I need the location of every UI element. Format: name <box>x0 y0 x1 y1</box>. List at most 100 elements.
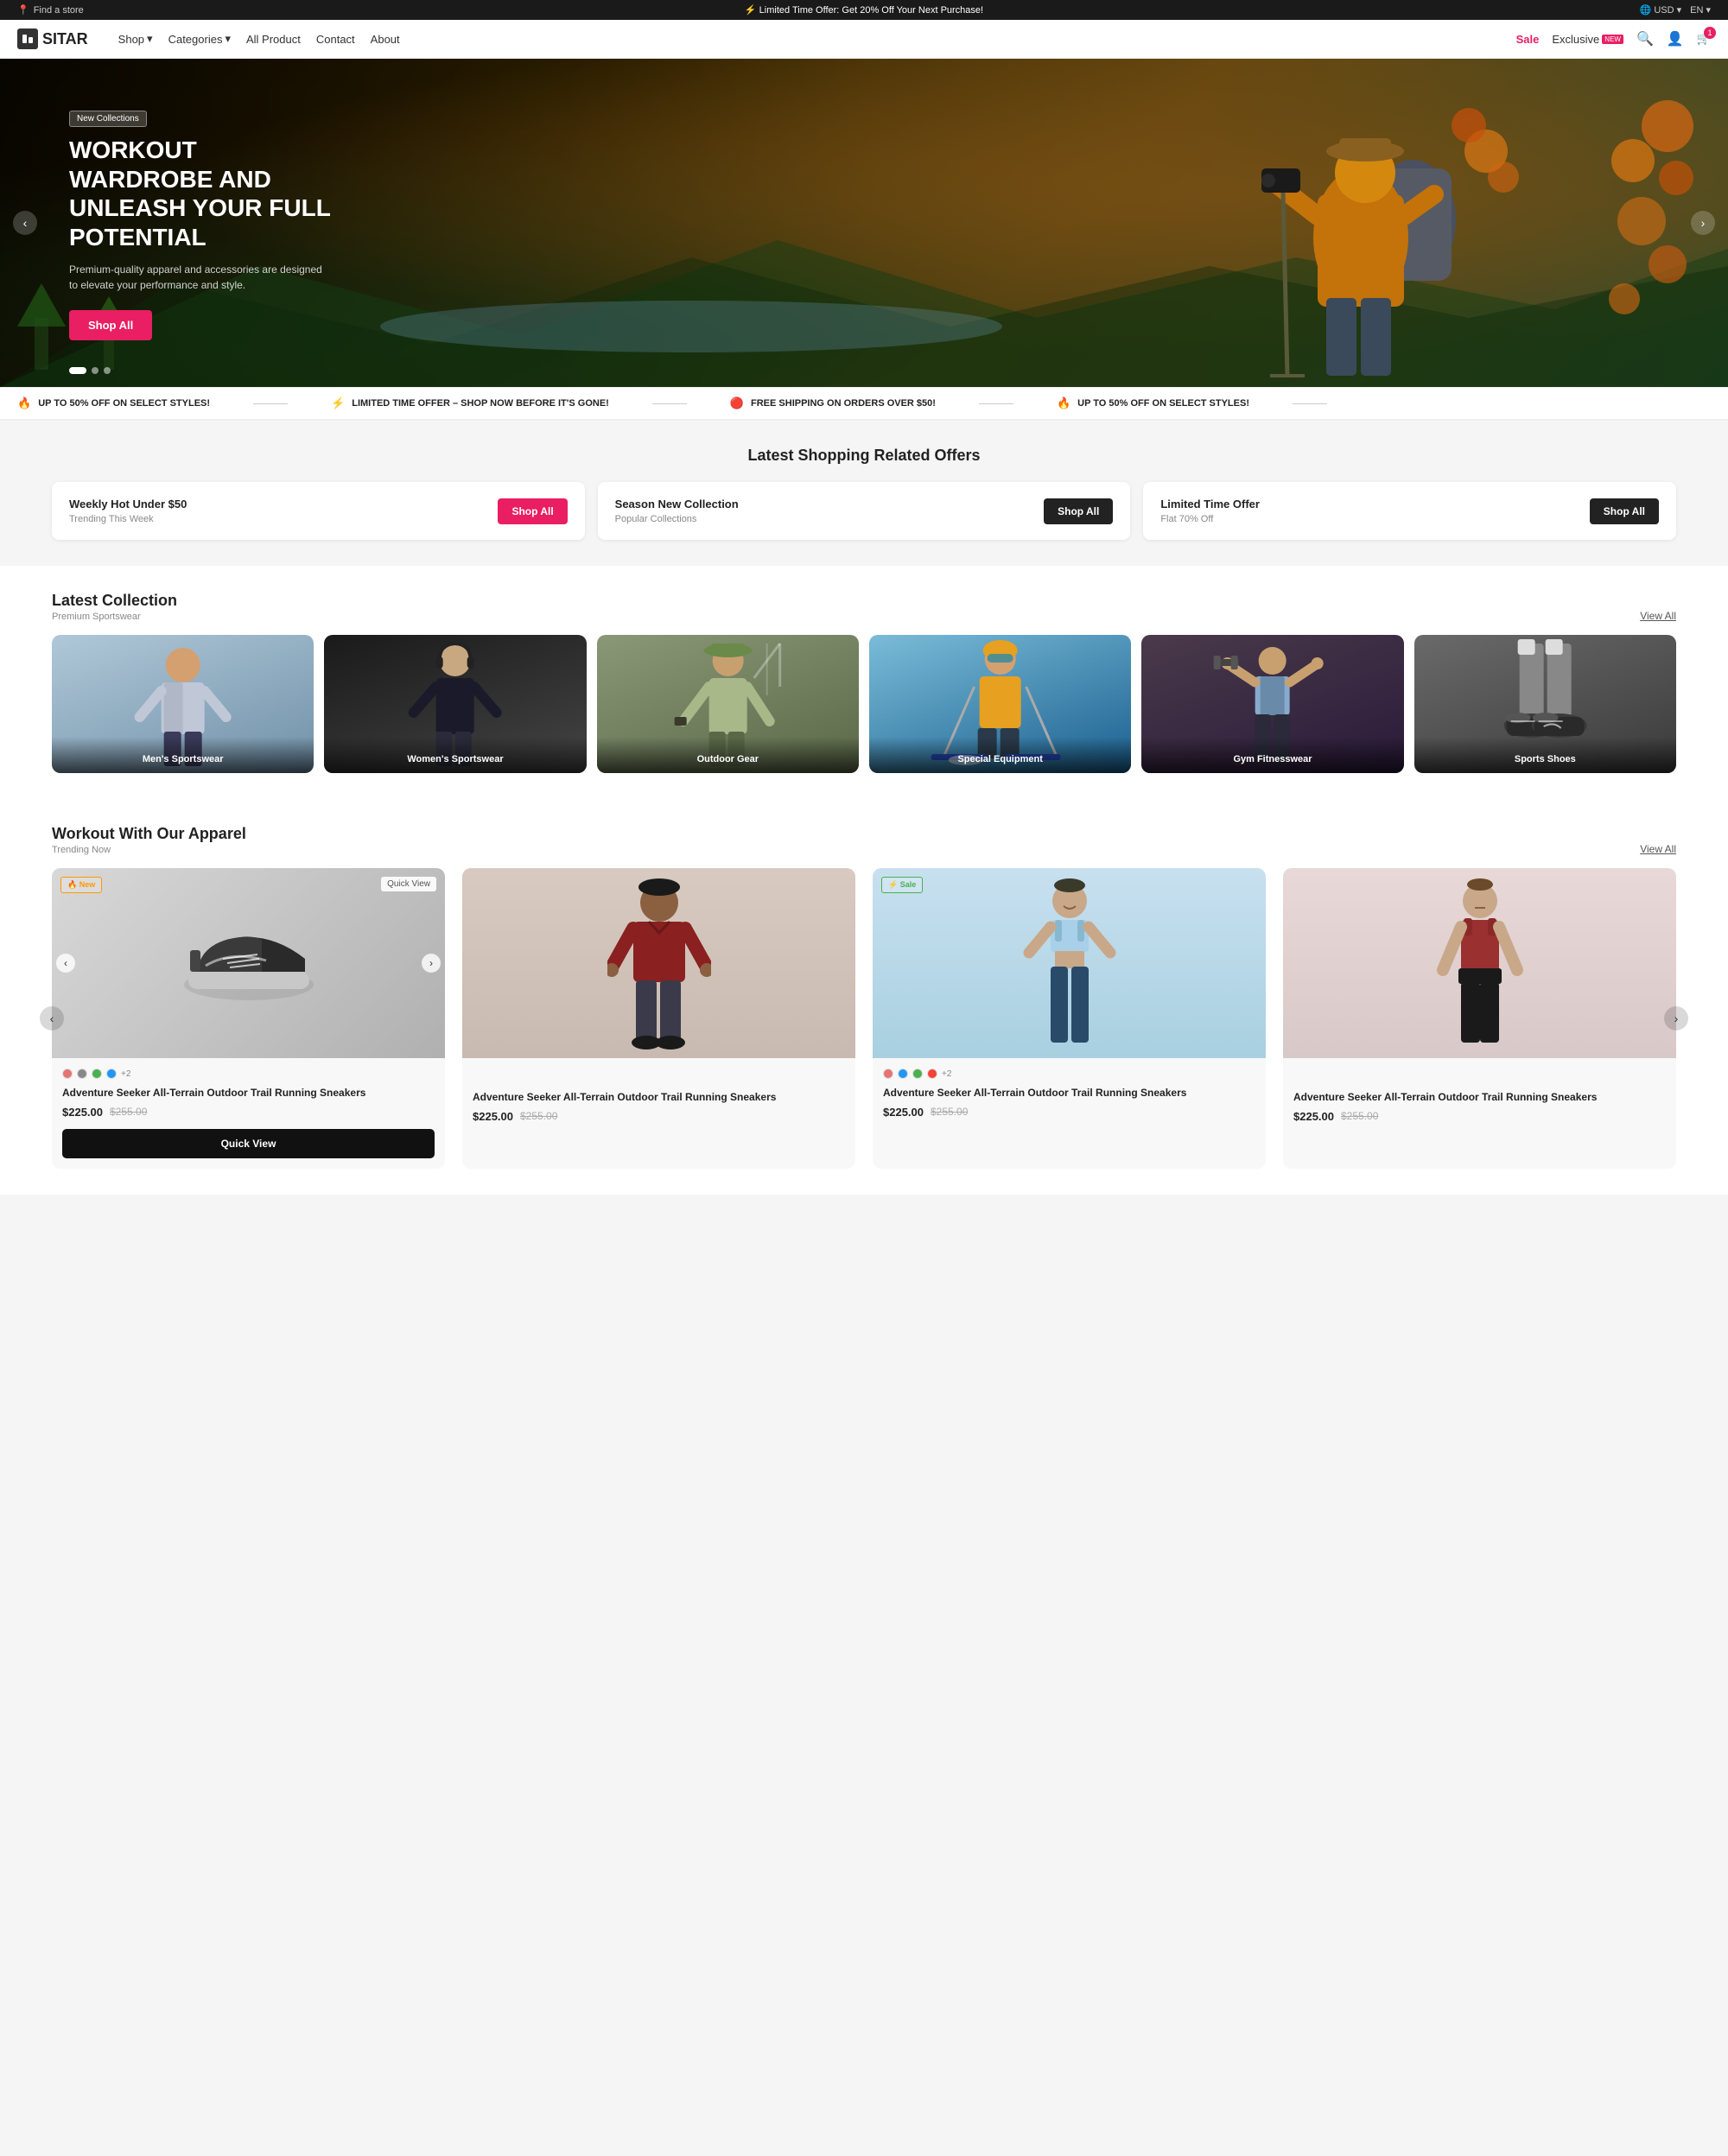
product-price-3: $225.00 $255.00 <box>883 1106 1255 1119</box>
latest-collection-section: Latest Collection Premium Sportswear Vie… <box>0 566 1728 799</box>
search-icon[interactable]: 🔍 <box>1636 30 1654 48</box>
color-dot-gray-1[interactable] <box>77 1068 87 1079</box>
offer-card-2-subtitle: Popular Collections <box>615 514 739 524</box>
apparel-header-left: Workout With Our Apparel Trending Now <box>52 825 246 855</box>
quick-view-btn-1[interactable]: Quick View <box>62 1129 435 1158</box>
apparel-arrow-left[interactable]: ‹ <box>40 1006 64 1030</box>
product-grid: 🔥 New Quick View ‹ › <box>52 868 1676 1169</box>
color-dot-blue-1[interactable] <box>106 1068 117 1079</box>
nav-sale[interactable]: Sale <box>1516 33 1540 46</box>
new-badge: NEW <box>1602 35 1623 44</box>
promo-divider-1 <box>253 403 288 404</box>
product-name-1: Adventure Seeker All-Terrain Outdoor Tra… <box>62 1086 435 1100</box>
color-dots-4 <box>1293 1068 1666 1083</box>
quick-view-overlay-1[interactable]: Quick View <box>381 877 436 891</box>
hero-photographer-figure <box>1244 82 1521 387</box>
language-selector[interactable]: EN ▾ <box>1690 4 1711 16</box>
promo-item-4: 🔥 UP TO 50% OFF ON SELECT STYLES! <box>1039 396 1267 410</box>
hero-leaves <box>1564 92 1693 353</box>
price-original-3: $255.00 <box>931 1106 968 1118</box>
product-price-1: $225.00 $255.00 <box>62 1106 435 1119</box>
man-figure-svg <box>607 877 711 1049</box>
offer-card-2-btn[interactable]: Shop All <box>1044 498 1113 524</box>
product-card-3: ⚡ Sale <box>873 868 1266 1169</box>
product-info-3: +2 Adventure Seeker All-Terrain Outdoor … <box>873 1058 1266 1129</box>
nav-about[interactable]: About <box>371 33 400 46</box>
color-dot-darkred-3[interactable] <box>927 1068 937 1079</box>
find-store[interactable]: 📍 Find a store <box>17 4 84 16</box>
collection-item-gym[interactable]: Gym Fitnesswear <box>1141 635 1403 773</box>
color-more-1: +2 <box>121 1069 130 1079</box>
promo-icon-4: 🔥 <box>1057 396 1070 410</box>
latest-collection-view-all[interactable]: View All <box>1640 610 1676 622</box>
color-dots-3: +2 <box>883 1068 1255 1079</box>
hero-arrow-left[interactable]: ‹ <box>13 211 37 235</box>
woman-figure-svg <box>1022 877 1117 1049</box>
price-current-1: $225.00 <box>62 1106 103 1119</box>
apparel-subtitle: Trending Now <box>52 845 246 855</box>
nav-links: Shop ▾ Categories ▾ All Product Contact … <box>118 32 1499 46</box>
latest-offers-title: Latest Shopping Related Offers <box>52 447 1676 465</box>
color-dot-green-3[interactable] <box>912 1068 923 1079</box>
color-dot-red-1[interactable] <box>62 1068 73 1079</box>
nav-contact[interactable]: Contact <box>316 33 355 46</box>
offer-card-3-btn[interactable]: Shop All <box>1590 498 1659 524</box>
price-current-3: $225.00 <box>883 1106 924 1119</box>
color-dot-red-3[interactable] <box>883 1068 893 1079</box>
collection-item-mens[interactable]: Men's Sportswear <box>52 635 314 773</box>
product-nav-left-1[interactable]: ‹ <box>56 954 75 973</box>
product-nav-right-1[interactable]: › <box>422 954 441 973</box>
offer-card-1-info: Weekly Hot Under $50 Trending This Week <box>69 498 187 524</box>
cart-count: 1 <box>1704 27 1716 39</box>
collection-item-shoes[interactable]: Sports Shoes <box>1414 635 1676 773</box>
promo-icon-2: ⚡ <box>331 396 345 410</box>
promo-divider-3 <box>979 403 1013 404</box>
offer-card-1-btn[interactable]: Shop All <box>498 498 567 524</box>
logo-icon <box>17 29 38 49</box>
apparel-title: Workout With Our Apparel <box>52 825 246 843</box>
collection-item-outdoor[interactable]: Outdoor Gear <box>597 635 859 773</box>
womens-label: Women's Sportswear <box>324 737 586 773</box>
color-dots-1: +2 <box>62 1068 435 1079</box>
currency-selector[interactable]: 🌐 USD ▾ <box>1640 4 1682 16</box>
apparel-view-all[interactable]: View All <box>1640 843 1676 855</box>
nav-shop[interactable]: Shop ▾ <box>118 32 153 46</box>
hero-arrow-right[interactable]: › <box>1691 211 1715 235</box>
cart-icon[interactable]: 🛒 1 <box>1697 32 1711 46</box>
promo-divider-4 <box>1293 403 1327 404</box>
color-dot-blue-3[interactable] <box>898 1068 908 1079</box>
special-label: Special Equipment <box>869 737 1131 773</box>
collection-item-womens[interactable]: Women's Sportswear <box>324 635 586 773</box>
product-image-4 <box>1283 868 1676 1058</box>
offer-card-2-info: Season New Collection Popular Collection… <box>615 498 739 524</box>
offer-card-1-subtitle: Trending This Week <box>69 514 187 524</box>
latest-collection-header: Latest Collection Premium Sportswear Vie… <box>52 592 1676 622</box>
product-badge-1: 🔥 New <box>60 877 102 893</box>
collection-item-special[interactable]: Special Equipment <box>869 635 1131 773</box>
offer-card-3-subtitle: Flat 70% Off <box>1160 514 1260 524</box>
offer-card-1: Weekly Hot Under $50 Trending This Week … <box>52 482 585 540</box>
promo-icon-3: 🔴 <box>730 396 744 410</box>
nav-all-product[interactable]: All Product <box>246 33 301 46</box>
product-info-2: Adventure Seeker All-Terrain Outdoor Tra… <box>462 1058 855 1133</box>
top-bar-right: 🌐 USD ▾ EN ▾ <box>1640 4 1711 16</box>
product-price-2: $225.00 $255.00 <box>473 1110 845 1123</box>
nav-exclusive[interactable]: Exclusive NEW <box>1552 33 1623 46</box>
offer-card-3-title: Limited Time Offer <box>1160 498 1260 510</box>
latest-collection-header-left: Latest Collection Premium Sportswear <box>52 592 177 622</box>
product-info-1: +2 Adventure Seeker All-Terrain Outdoor … <box>52 1058 445 1129</box>
price-current-2: $225.00 <box>473 1110 513 1123</box>
nav-categories[interactable]: Categories ▾ <box>168 32 231 46</box>
hero-title: WORKOUT WARDROBE AND UNLEASH YOUR FULL P… <box>69 136 346 251</box>
mens-label: Men's Sportswear <box>52 737 314 773</box>
hero-cta-button[interactable]: Shop All <box>69 310 152 340</box>
promo-divider-2 <box>652 403 687 404</box>
logo[interactable]: SITAR <box>17 29 88 49</box>
product-name-4: Adventure Seeker All-Terrain Outdoor Tra… <box>1293 1090 1666 1105</box>
promo-ticker: 🔥 UP TO 50% OFF ON SELECT STYLES! ⚡ LIMI… <box>0 387 1728 421</box>
apparel-arrow-right[interactable]: › <box>1664 1006 1688 1030</box>
price-current-4: $225.00 <box>1293 1110 1334 1123</box>
product-name-2: Adventure Seeker All-Terrain Outdoor Tra… <box>473 1090 845 1105</box>
color-dot-green-1[interactable] <box>92 1068 102 1079</box>
user-icon[interactable]: 👤 <box>1667 30 1684 48</box>
